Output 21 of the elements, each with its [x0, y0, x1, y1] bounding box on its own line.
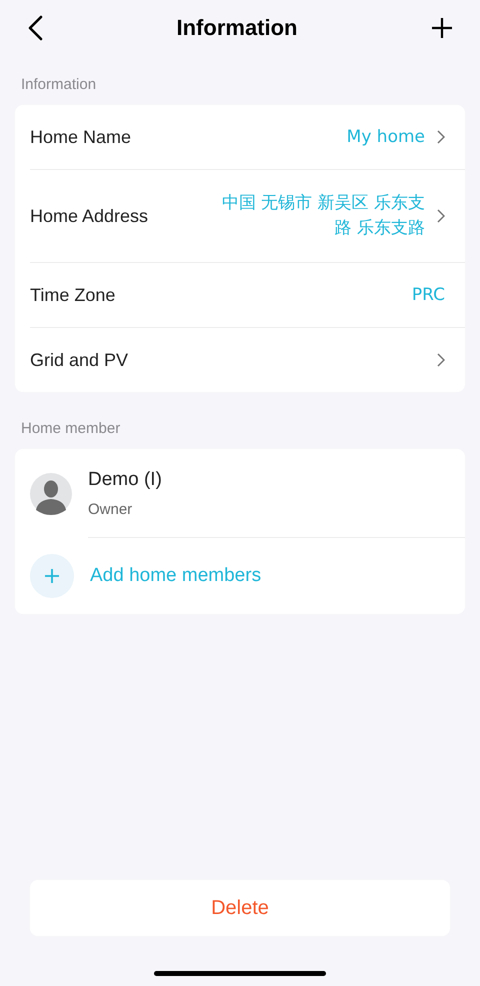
row-value: My home — [346, 126, 425, 149]
row-value: PRC — [410, 284, 445, 307]
add-icon[interactable] — [431, 17, 453, 39]
avatar-icon — [30, 472, 72, 514]
row-label: Home Name — [30, 126, 132, 148]
add-member-label: Add home members — [90, 565, 262, 587]
row-label: Grid and PV — [30, 350, 128, 370]
add-member-icon — [30, 554, 74, 598]
row-value: 中国 无锡市 新吴区 乐东支路 乐东支路 — [220, 192, 425, 240]
row-label: Time Zone — [30, 284, 116, 306]
section-label: Information — [21, 76, 96, 93]
section-label: Home member — [21, 420, 120, 437]
member-name: Demo (I) — [88, 468, 163, 490]
back-icon[interactable] — [27, 15, 43, 41]
member-role: Owner — [88, 500, 134, 518]
info-row[interactable]: Time Zone PRC — [30, 262, 465, 327]
page-title: Information — [176, 15, 298, 41]
row-label: Home Address — [30, 206, 148, 226]
info-row[interactable]: Home Name My home — [30, 105, 465, 169]
info-row[interactable]: Grid and PV — [30, 327, 465, 392]
info-row[interactable]: Home Address 中国 无锡市 新吴区 乐东支路 乐东支路 — [30, 169, 465, 262]
